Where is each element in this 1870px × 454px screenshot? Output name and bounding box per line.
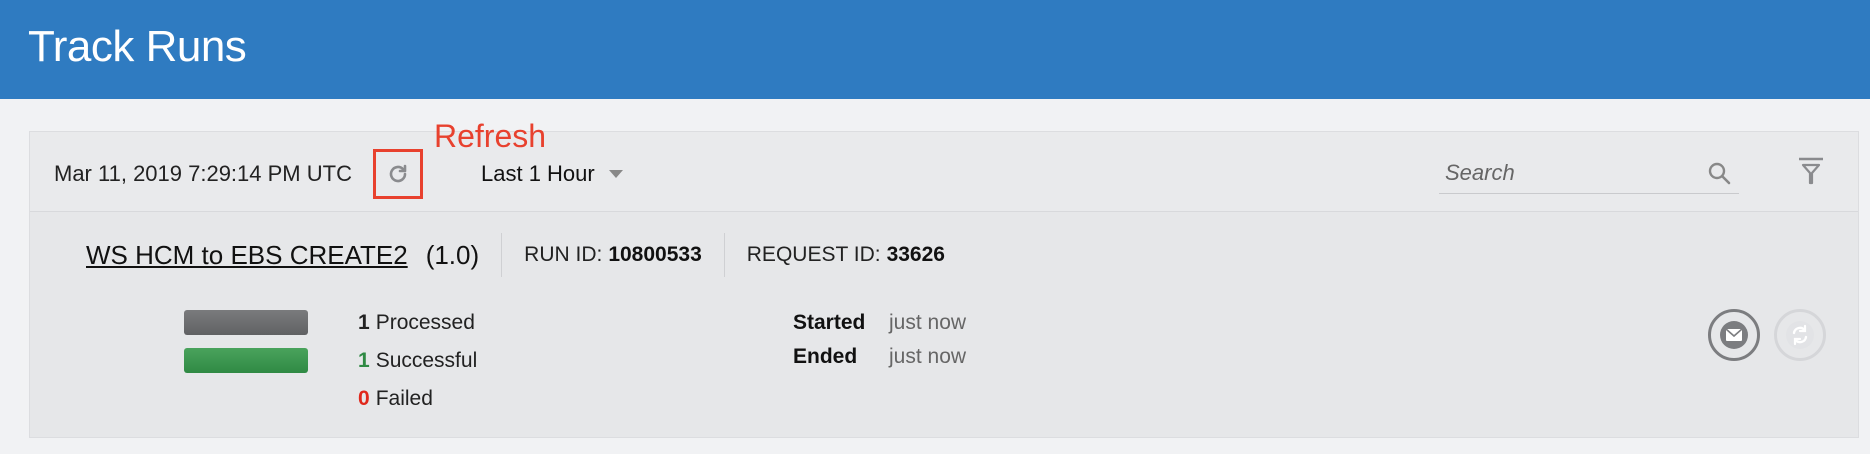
refresh-icon	[389, 164, 407, 183]
envelope-icon	[1720, 321, 1748, 349]
time-range-dropdown[interactable]: Last 1 Hour	[481, 161, 623, 187]
divider	[723, 233, 725, 277]
started-value: just now	[889, 311, 967, 334]
toolbar: Mar 11, 2019 7:29:14 PM UTC Refresh Last…	[30, 118, 1858, 212]
started-row: Started just now	[793, 311, 966, 335]
successful-count: 1 Successful	[358, 349, 477, 373]
time-range-value: Last 1 Hour	[481, 161, 595, 186]
ended-label: Ended	[793, 345, 858, 368]
started-label: Started	[793, 311, 866, 334]
request-id-value: 33626	[886, 243, 945, 266]
ended-row: Ended just now	[793, 345, 966, 369]
run-id-label: RUN ID:	[524, 243, 603, 266]
processed-count: 1 Processed	[358, 311, 475, 335]
successful-bar	[184, 348, 308, 373]
resubmit-button[interactable]	[1774, 309, 1826, 361]
failed-count-label: Failed	[375, 387, 433, 410]
failed-count: 0 Failed	[358, 387, 433, 411]
resubmit-icon	[1786, 321, 1814, 349]
last-refreshed-timestamp: Mar 11, 2019 7:29:14 PM UTC	[54, 161, 352, 186]
page-header: Track Runs	[0, 0, 1870, 99]
page-title: Track Runs	[28, 22, 247, 71]
integration-name-link[interactable]: WS HCM to EBS CREATE2	[86, 240, 408, 271]
refresh-annotation-label: Refresh	[434, 118, 547, 154]
ended-value: just now	[889, 345, 967, 368]
processed-count-value: 1	[358, 311, 370, 334]
search-box	[1439, 152, 1739, 194]
runs-panel: Mar 11, 2019 7:29:14 PM UTC Refresh Last…	[29, 118, 1859, 438]
search-input[interactable]	[1439, 159, 1699, 186]
filter-icon[interactable]	[1797, 156, 1825, 186]
chevron-down-icon	[608, 170, 623, 178]
successful-count-label: Successful	[375, 349, 478, 372]
refresh-button[interactable]	[373, 149, 423, 199]
successful-count-value: 1	[358, 349, 370, 372]
failed-count-value: 0	[358, 387, 370, 410]
divider	[501, 233, 503, 277]
processed-bar	[184, 310, 308, 335]
run-id-value: 10800533	[608, 243, 702, 266]
run-title-row: WS HCM to EBS CREATE2 (1.0) RUN ID: 1080…	[86, 233, 945, 277]
integration-version: (1.0)	[425, 239, 480, 270]
processed-count-label: Processed	[375, 311, 475, 334]
request-id-label: REQUEST ID:	[746, 243, 881, 266]
search-icon[interactable]	[1707, 161, 1731, 185]
notify-button[interactable]	[1708, 309, 1760, 361]
